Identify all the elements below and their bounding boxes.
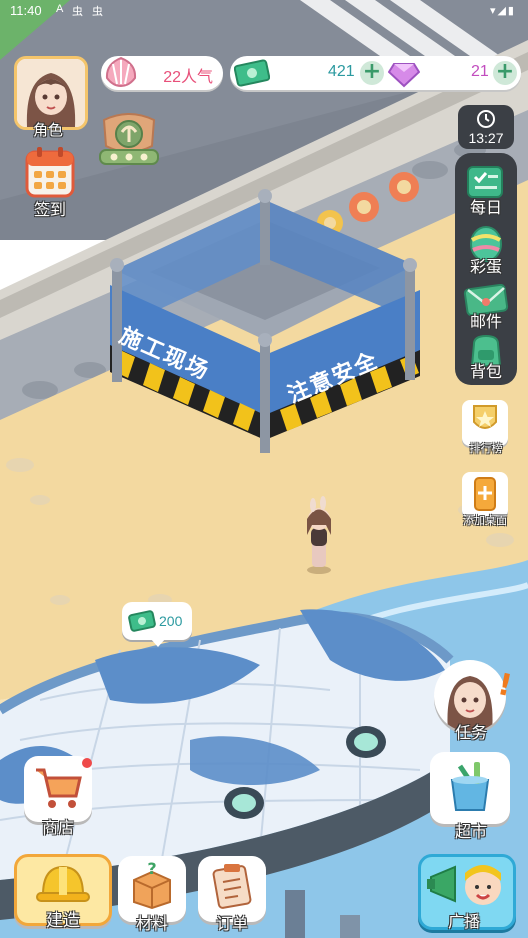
backpack-label: 背包 (469, 362, 502, 381)
popularity-pill: 22人气 (101, 56, 223, 90)
reward-value: 200 (159, 613, 183, 629)
calendar-icon (25, 147, 75, 198)
shell-icon (105, 56, 137, 88)
cash-icon (234, 59, 270, 87)
notification-bug-icon: 虫 (72, 6, 83, 18)
signin-button[interactable] (25, 146, 75, 198)
material-box-icon: ? (133, 862, 171, 910)
timer-value: 13:27 (468, 130, 504, 146)
cash-icon-small (128, 610, 156, 632)
city-emblem-badge[interactable] (96, 110, 162, 170)
build-label: 建造 (46, 911, 80, 931)
shop-label: 商店 (41, 818, 74, 837)
timer-badge: 13:27 (458, 105, 514, 149)
profile-label: 角色 (32, 121, 63, 139)
gem-icon (388, 63, 420, 88)
currency-pill: 421 + 21 + (230, 56, 521, 90)
supermarket-button[interactable] (430, 752, 510, 824)
laurel-badge-icon (99, 113, 159, 165)
status-bar: 11:40 A 虫 虫 ▾◢▮ (0, 0, 528, 22)
svg-text:?: ? (147, 862, 156, 878)
shop-notification-dot (82, 758, 92, 768)
gems-value: 21 (471, 63, 489, 80)
easter-egg-label: 彩蛋 (469, 257, 502, 276)
ranking-label: 排行榜 (469, 442, 503, 455)
avatar-face-icon (17, 59, 85, 127)
reward-bubble[interactable]: 200 (122, 602, 192, 647)
supermarket-label: 超市 (454, 822, 487, 841)
bucket-icon (450, 762, 490, 811)
cash-value: 421 (328, 63, 355, 80)
orders-label: 订单 (215, 914, 248, 933)
order-clipboard-icon (212, 864, 252, 909)
trophy-icon (473, 405, 497, 429)
notification-bug-icon-2: 虫 (92, 6, 103, 18)
shopping-cart-icon (36, 768, 82, 808)
clock-icon (477, 110, 495, 128)
daily-label: 每日 (469, 198, 502, 217)
broadcast-label: 广播 (447, 912, 480, 931)
status-time: 11:40 (10, 3, 42, 18)
materials-label: 材料 (135, 914, 168, 933)
signin-label: 签到 (33, 200, 66, 219)
hard-hat-icon (36, 865, 90, 902)
add-gems-button[interactable]: + (493, 61, 517, 85)
add-desktop-label: 添加桌面 (463, 514, 507, 527)
mail-label: 邮件 (469, 312, 502, 331)
notification-a-icon: A (56, 3, 64, 15)
phone-icon (474, 477, 496, 511)
popularity-value: 22人气 (163, 69, 213, 86)
mission-label: 任务 (454, 723, 487, 742)
shop-button[interactable] (24, 756, 92, 822)
add-cash-button[interactable]: + (360, 61, 384, 85)
bubble-tail (150, 638, 166, 647)
signal-battery-icon: ▾◢▮ (489, 5, 516, 17)
